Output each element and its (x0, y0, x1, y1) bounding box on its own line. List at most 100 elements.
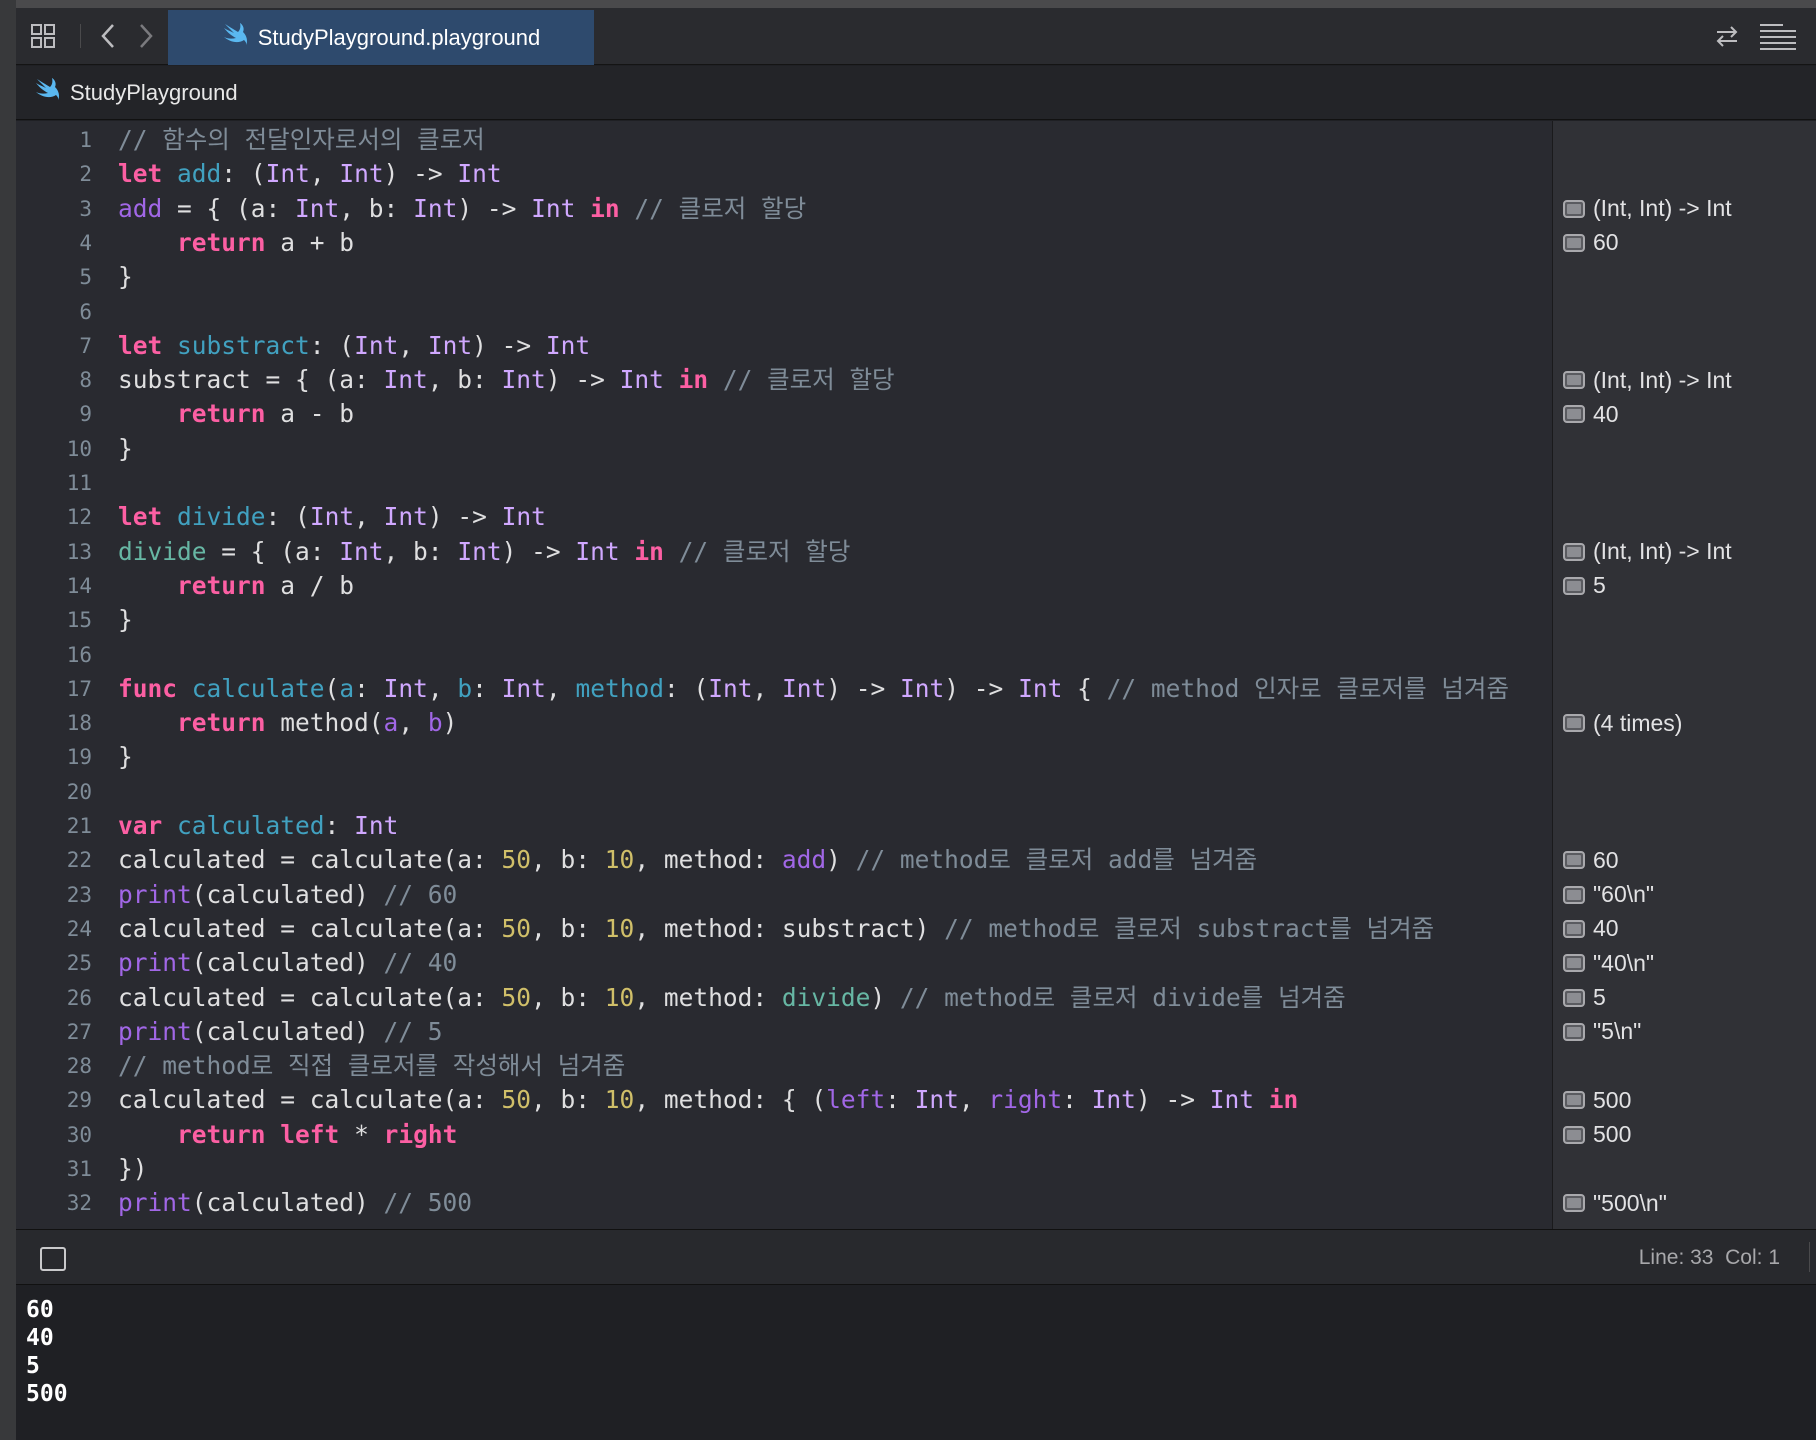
quick-look-icon[interactable] (1563, 1022, 1585, 1041)
code-text[interactable]: add = { (a: Int, b: Int) -> Int in // 클로… (118, 192, 806, 226)
code-line[interactable]: 19} (16, 740, 1552, 774)
code-line[interactable]: 13 divide = { (a: Int, b: Int) -> Int in … (16, 535, 1552, 569)
code-text[interactable]: } (118, 603, 133, 637)
cursor-line: Line: 33 (1638, 1246, 1714, 1269)
result-value: "5\n" (1593, 1018, 1642, 1045)
code-text[interactable]: print(calculated) // 500 (118, 1186, 472, 1220)
quick-look-icon[interactable] (1563, 542, 1585, 561)
code-line[interactable]: 3 add = { (a: Int, b: Int) -> Int in // 클… (16, 192, 1552, 226)
breadcrumb-item-playground[interactable]: StudyPlayground (70, 80, 238, 106)
quick-look-icon[interactable] (1563, 1091, 1585, 1110)
code-text[interactable]: return left * right (118, 1118, 457, 1152)
line-number: 8 (79, 368, 92, 393)
code-text[interactable]: let add: (Int, Int) -> Int (118, 157, 502, 191)
code-text[interactable]: }) (118, 1152, 148, 1186)
code-line[interactable]: 26 calculated = calculate(a: 50, b: 10, m… (16, 981, 1552, 1015)
code-text[interactable]: // method로 직접 클로저를 작성해서 넘겨줌 (118, 1049, 625, 1083)
code-line[interactable]: 5} (16, 260, 1552, 294)
code-line[interactable]: 11 (16, 466, 1552, 500)
code-text[interactable]: divide = { (a: Int, b: Int) -> Int in //… (118, 535, 850, 569)
code-text[interactable]: return a + b (118, 226, 354, 260)
result-value: (4 times) (1593, 709, 1683, 736)
code-line[interactable]: 23 print(calculated) // 60 (16, 878, 1552, 912)
lines-icon[interactable] (1758, 19, 1798, 53)
chevron-right-icon[interactable] (132, 19, 160, 53)
line-number: 20 (66, 779, 92, 804)
code-line[interactable]: 30 return left * right (16, 1118, 1552, 1152)
quick-look-icon[interactable] (1563, 885, 1585, 904)
code-text[interactable]: // 함수의 전달인자로서의 클로저 (118, 123, 485, 157)
code-line[interactable]: 14 return a / b (16, 569, 1552, 603)
code-line[interactable]: 25 print(calculated) // 40 (16, 946, 1552, 980)
code-line[interactable]: 32 print(calculated) // 500 (16, 1186, 1552, 1220)
quick-look-icon[interactable] (1563, 576, 1585, 595)
arrows-swap-icon[interactable] (1712, 19, 1742, 53)
code-line[interactable]: 16 (16, 638, 1552, 672)
code-text[interactable]: return method(a, b) (118, 706, 457, 740)
code-line[interactable]: 2 let add: (Int, Int) -> Int (16, 157, 1552, 191)
code-line[interactable]: 28 // method로 직접 클로저를 작성해서 넘겨줌 (16, 1049, 1552, 1083)
code-line[interactable]: 6 (16, 295, 1552, 329)
quick-look-icon[interactable] (1563, 405, 1585, 424)
code-line[interactable]: 8 substract = { (a: Int, b: Int) -> Int i… (16, 363, 1552, 397)
quick-look-icon[interactable] (1563, 919, 1585, 938)
quick-look-icon[interactable] (1563, 988, 1585, 1007)
code-text[interactable]: calculated = calculate(a: 50, b: 10, met… (118, 981, 1346, 1015)
line-number: 16 (66, 642, 92, 667)
code-line[interactable]: 31}) (16, 1152, 1552, 1186)
code-line[interactable]: 1 // 함수의 전달인자로서의 클로저 (16, 123, 1552, 157)
console-line: 5 (26, 1353, 40, 1379)
code-line[interactable]: 17 func calculate(a: Int, b: Int, method:… (16, 672, 1552, 706)
code-line[interactable]: 15} (16, 603, 1552, 637)
line-number: 4 (79, 230, 92, 255)
code-text[interactable]: } (118, 260, 133, 294)
quick-look-icon[interactable] (1563, 851, 1585, 870)
tab-playground-file[interactable]: StudyPlayground.playground (168, 10, 594, 65)
code-text[interactable]: return a - b (118, 397, 354, 431)
code-line[interactable]: 20 (16, 775, 1552, 809)
code-line[interactable]: 9 return a - b (16, 397, 1552, 431)
code-text[interactable]: let substract: (Int, Int) -> Int (118, 329, 590, 363)
quick-look-icon[interactable] (1563, 199, 1585, 218)
result-item: (Int, Int) -> Int (1563, 192, 1732, 226)
line-number: 6 (79, 299, 92, 324)
quick-look-icon[interactable] (1563, 954, 1585, 973)
console-toggle-icon[interactable] (40, 1247, 66, 1271)
code-text[interactable]: func calculate(a: Int, b: Int, method: (… (118, 672, 1509, 706)
quick-look-icon[interactable] (1563, 1125, 1585, 1144)
chevron-left-icon[interactable] (94, 19, 122, 53)
code-text[interactable]: print(calculated) // 40 (118, 946, 457, 980)
code-text[interactable]: print(calculated) // 5 (118, 1015, 443, 1049)
code-line[interactable]: 12 let divide: (Int, Int) -> Int (16, 500, 1552, 534)
code-line[interactable]: 10} (16, 432, 1552, 466)
code-text[interactable]: substract = { (a: Int, b: Int) -> Int in… (118, 363, 895, 397)
code-text[interactable]: calculated = calculate(a: 50, b: 10, met… (118, 1083, 1298, 1117)
code-text[interactable]: var calculated: Int (118, 809, 398, 843)
line-number: 2 (79, 162, 92, 187)
code-text[interactable]: } (118, 740, 133, 774)
code-text[interactable]: return a / b (118, 569, 354, 603)
code-text[interactable]: calculated = calculate(a: 50, b: 10, met… (118, 912, 1434, 946)
line-number: 21 (66, 814, 92, 838)
code-line[interactable]: 18 return method(a, b) (16, 706, 1552, 740)
console-output[interactable]: 60 40 5 500 (16, 1286, 1816, 1440)
code-text[interactable]: let divide: (Int, Int) -> Int (118, 500, 546, 534)
code-line[interactable]: 24 calculated = calculate(a: 50, b: 10, m… (16, 912, 1552, 946)
code-line[interactable]: 29 calculated = calculate(a: 50, b: 10, m… (16, 1083, 1552, 1117)
quick-look-icon[interactable] (1563, 371, 1585, 390)
result-value: 40 (1593, 915, 1619, 942)
code-text[interactable]: print(calculated) // 60 (118, 878, 457, 912)
quick-look-icon[interactable] (1563, 233, 1585, 252)
code-editor[interactable]: 1 // 함수의 전달인자로서의 클로저 2 let add: (Int, Int) … (16, 121, 1552, 1229)
quick-look-icon[interactable] (1563, 1194, 1585, 1213)
code-line[interactable]: 21 var calculated: Int (16, 809, 1552, 843)
result-item: (4 times) (1563, 706, 1682, 740)
code-line[interactable]: 7 let substract: (Int, Int) -> Int (16, 329, 1552, 363)
grid-icon[interactable] (28, 19, 58, 53)
quick-look-icon[interactable] (1563, 714, 1585, 733)
code-line[interactable]: 27 print(calculated) // 5 (16, 1015, 1552, 1049)
code-line[interactable]: 4 return a + b (16, 226, 1552, 260)
code-text[interactable]: calculated = calculate(a: 50, b: 10, met… (118, 843, 1257, 877)
code-line[interactable]: 22 calculated = calculate(a: 50, b: 10, m… (16, 843, 1552, 877)
code-text[interactable]: } (118, 432, 133, 466)
